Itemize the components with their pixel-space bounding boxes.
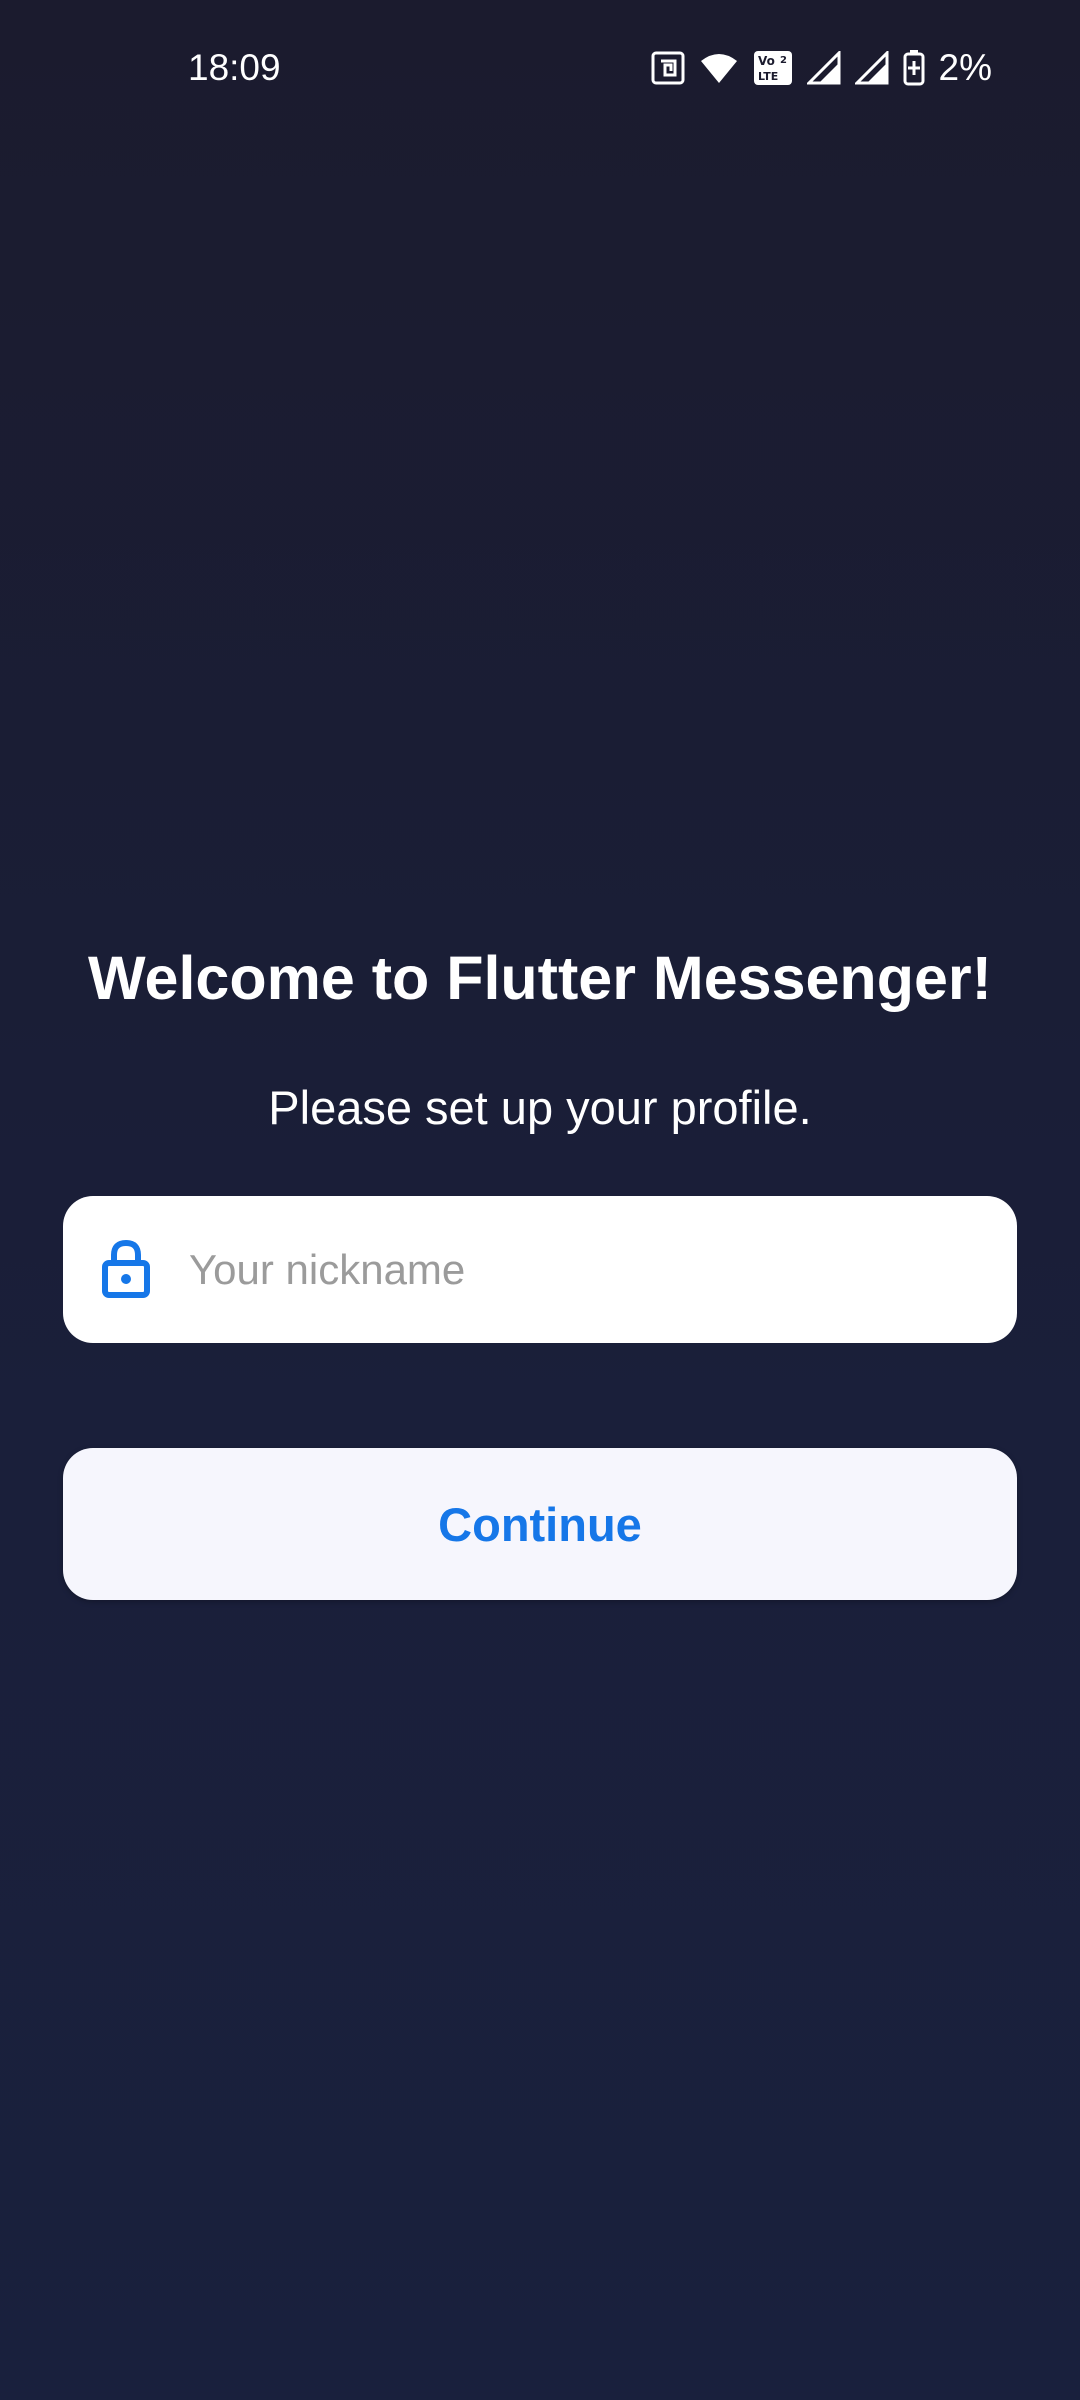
volte-icon: Vo 2 LTE xyxy=(753,50,793,86)
svg-text:LTE: LTE xyxy=(758,70,778,83)
lock-icon xyxy=(101,1238,151,1298)
status-time: 18:09 xyxy=(188,47,281,88)
nickname-field[interactable] xyxy=(63,1196,1017,1343)
battery-percent: 2% xyxy=(938,47,992,88)
signal-icon xyxy=(806,51,841,85)
wifi-icon xyxy=(699,51,739,85)
battery-charging-icon xyxy=(903,50,925,86)
volte-sim-label: 2 xyxy=(780,55,787,66)
welcome-title: Welcome to Flutter Messenger! xyxy=(88,944,992,1012)
welcome-subtitle: Please set up your profile. xyxy=(268,1081,812,1134)
status-icons: Vo 2 LTE 2% xyxy=(651,44,992,92)
continue-button[interactable]: Continue xyxy=(63,1448,1017,1600)
signal-icon xyxy=(854,51,889,85)
nfc-icon xyxy=(651,51,685,85)
svg-text:Vo: Vo xyxy=(758,54,775,68)
nickname-input[interactable] xyxy=(189,1196,989,1343)
status-bar: 18:09 Vo 2 LTE 2% xyxy=(0,0,1080,140)
